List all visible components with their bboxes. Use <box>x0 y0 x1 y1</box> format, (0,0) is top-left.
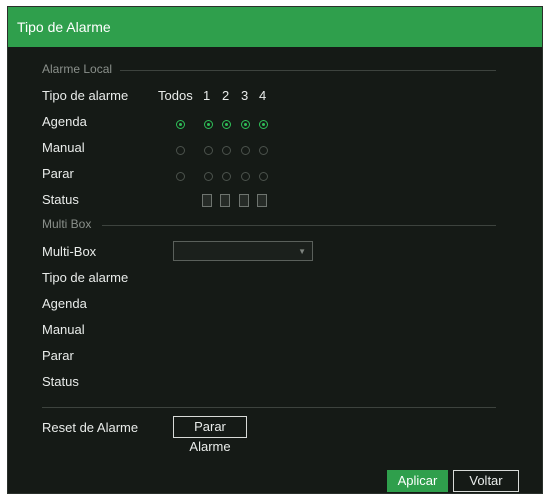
multibox-agenda-label: Agenda <box>42 296 87 311</box>
manual-2-radio[interactable] <box>222 146 231 155</box>
status-1-indicator <box>202 194 212 207</box>
back-button[interactable]: Voltar <box>453 470 519 492</box>
stop-3-radio[interactable] <box>241 172 250 181</box>
status-4-indicator <box>257 194 267 207</box>
agenda-4-radio[interactable] <box>259 120 268 129</box>
section-local-alarm: Alarme Local <box>42 62 496 76</box>
section-multibox: Multi Box <box>42 217 496 231</box>
column-1-header: 1 <box>203 88 211 103</box>
section-local-title: Alarme Local <box>42 62 113 76</box>
stop-all-radio[interactable] <box>176 172 185 181</box>
stop-4-radio[interactable] <box>259 172 268 181</box>
agenda-2-radio[interactable] <box>222 120 231 129</box>
section-multibox-divider <box>102 225 496 226</box>
status-2-indicator <box>220 194 230 207</box>
column-4-header: 4 <box>259 88 267 103</box>
window-title: Tipo de Alarme <box>17 19 111 35</box>
reset-alarm-label: Reset de Alarme <box>42 420 139 435</box>
multibox-stop-label: Parar <box>42 348 74 363</box>
local-manual-label: Manual <box>42 140 85 155</box>
status-3-indicator <box>239 194 249 207</box>
multibox-alarm-type-label: Tipo de alarme <box>42 270 129 285</box>
local-stop-label: Parar <box>42 166 74 181</box>
column-3-header: 3 <box>241 88 249 103</box>
dialog-content: Alarme Local Tipo de alarme Todos 1 2 3 … <box>8 47 542 493</box>
stop-1-radio[interactable] <box>204 172 213 181</box>
apply-button[interactable]: Aplicar <box>387 470 448 492</box>
local-column-label: Tipo de alarme <box>42 88 129 103</box>
local-agenda-label: Agenda <box>42 114 87 129</box>
agenda-all-radio[interactable] <box>176 120 185 129</box>
section-local-divider <box>120 70 496 71</box>
agenda-3-radio[interactable] <box>241 120 250 129</box>
agenda-1-radio[interactable] <box>204 120 213 129</box>
multibox-manual-label: Manual <box>42 322 85 337</box>
multibox-label: Multi-Box <box>42 244 97 259</box>
alarm-type-dialog: Tipo de Alarme Alarme Local Tipo de alar… <box>7 6 543 494</box>
local-status-label: Status <box>42 192 79 207</box>
chevron-down-icon: ▼ <box>298 247 306 256</box>
stop-2-radio[interactable] <box>222 172 231 181</box>
reset-divider <box>42 407 496 408</box>
multibox-status-label: Status <box>42 374 79 389</box>
manual-4-radio[interactable] <box>259 146 268 155</box>
manual-all-radio[interactable] <box>176 146 185 155</box>
title-bar: Tipo de Alarme <box>8 7 542 47</box>
section-multibox-title: Multi Box <box>42 217 92 231</box>
column-2-header: 2 <box>222 88 230 103</box>
multibox-select[interactable]: ▼ <box>173 241 313 261</box>
stop-alarm-button[interactable]: Parar Alarme <box>173 416 247 454</box>
manual-3-radio[interactable] <box>241 146 250 155</box>
column-all-header: Todos <box>158 88 193 103</box>
manual-1-radio[interactable] <box>204 146 213 155</box>
